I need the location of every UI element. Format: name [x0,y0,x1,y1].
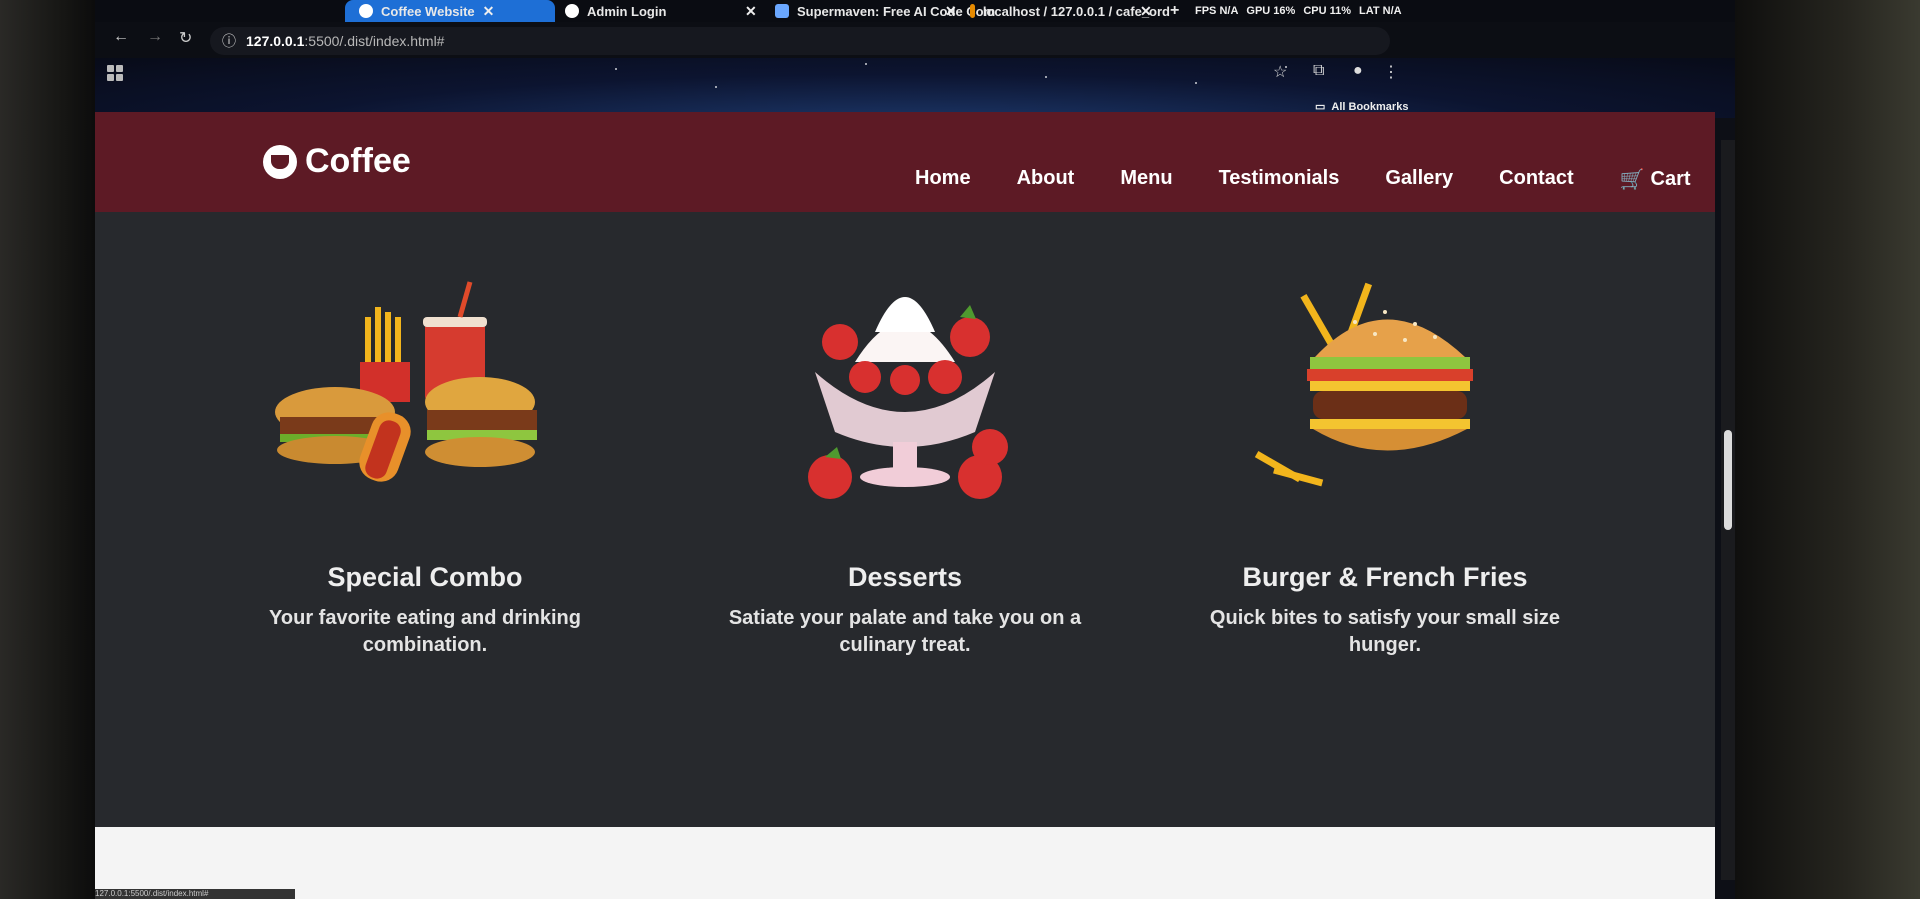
tab-admin-login[interactable]: Admin Login [565,0,765,22]
close-tab-icon[interactable]: ✕ [1140,0,1152,22]
nav-cart[interactable]: 🛒 Cart [1620,167,1691,192]
close-tab-icon[interactable]: ✕ [745,0,757,22]
apps-icon[interactable] [107,65,123,81]
nav-about[interactable]: About [1017,167,1075,192]
forward-icon[interactable]: → [147,28,163,46]
card-title: Burger & French Fries [1242,562,1528,592]
new-tab-icon[interactable]: + [1170,0,1179,22]
phpmyadmin-icon [970,4,975,18]
nav-testimonials[interactable]: Testimonials [1219,167,1340,192]
dessert-image [735,262,1075,522]
url-field[interactable]: ⓘ 127.0.0.1:5500/.dist/index.html# [210,27,1390,55]
card-special-combo[interactable]: Special Combo Your favorite eating and d… [215,262,635,722]
card-title: Desserts [847,562,963,592]
website-viewport: Coffee Home About Menu Testimonials Gall… [95,112,1715,899]
brand-logo[interactable]: Coffee [263,142,411,181]
globe-icon [565,4,579,18]
card-description: Your favorite eating and drinking combin… [269,607,581,656]
combo-image [255,262,595,522]
site-header: Coffee Home About Menu Testimonials Gall… [95,112,1715,212]
reload-icon[interactable]: ↻ [179,28,192,48]
browser-theme-background [95,58,1735,118]
featured-cards: Special Combo Your favorite eating and d… [95,262,1715,762]
performance-overlay: FPS N/A GPU 16% CPU 11% LAT N/A [1195,5,1402,17]
nav-contact[interactable]: Contact [1499,167,1573,192]
device-bezel-left [0,0,95,899]
site-info-icon[interactable]: ⓘ [222,31,236,51]
cart-icon: 🛒 [1619,169,1645,191]
nav-home[interactable]: Home [915,167,971,192]
card-description: Satiate your palate and take you on a cu… [728,607,1082,656]
profile-avatar-icon[interactable]: ● [1353,62,1363,80]
card-burger-fries[interactable]: Burger & French Fries Quick bites to sat… [1175,262,1595,722]
globe-icon [359,4,373,18]
nav-gallery[interactable]: Gallery [1385,167,1453,192]
tab-coffee-website[interactable]: Coffee Website ✕ [345,0,555,22]
back-icon[interactable]: ← [113,28,129,46]
bookmark-star-icon[interactable]: ☆ [1273,62,1287,82]
supermaven-icon [775,4,789,18]
coffee-cup-icon [263,144,297,179]
page-scrollbar[interactable] [1721,140,1735,880]
main-nav: Home About Menu Testimonials Gallery Con… [915,167,1691,192]
card-description: Quick bites to satisfy your small size h… [1209,607,1561,656]
card-desserts[interactable]: Desserts Satiate your palate and take yo… [695,262,1115,722]
next-section [95,827,1715,899]
status-url-bubble: 127.0.0.1:5500/.dist/index.html# [95,889,295,899]
device-bezel-right [1735,0,1920,899]
card-title: Special Combo [327,562,523,592]
nav-menu[interactable]: Menu [1120,167,1172,192]
screen: Coffee Website ✕ Admin Login ✕ Supermave… [95,0,1735,899]
close-tab-icon[interactable]: ✕ [945,0,957,22]
burger-image [1215,262,1555,522]
tab-strip: Coffee Website ✕ Admin Login ✕ Supermave… [95,0,1735,22]
extensions-icon[interactable]: ⧉ [1313,62,1324,80]
close-tab-icon[interactable]: ✕ [483,3,495,20]
scrollbar-thumb[interactable] [1724,430,1732,530]
browser-menu-icon[interactable]: ⋮ [1383,62,1399,82]
